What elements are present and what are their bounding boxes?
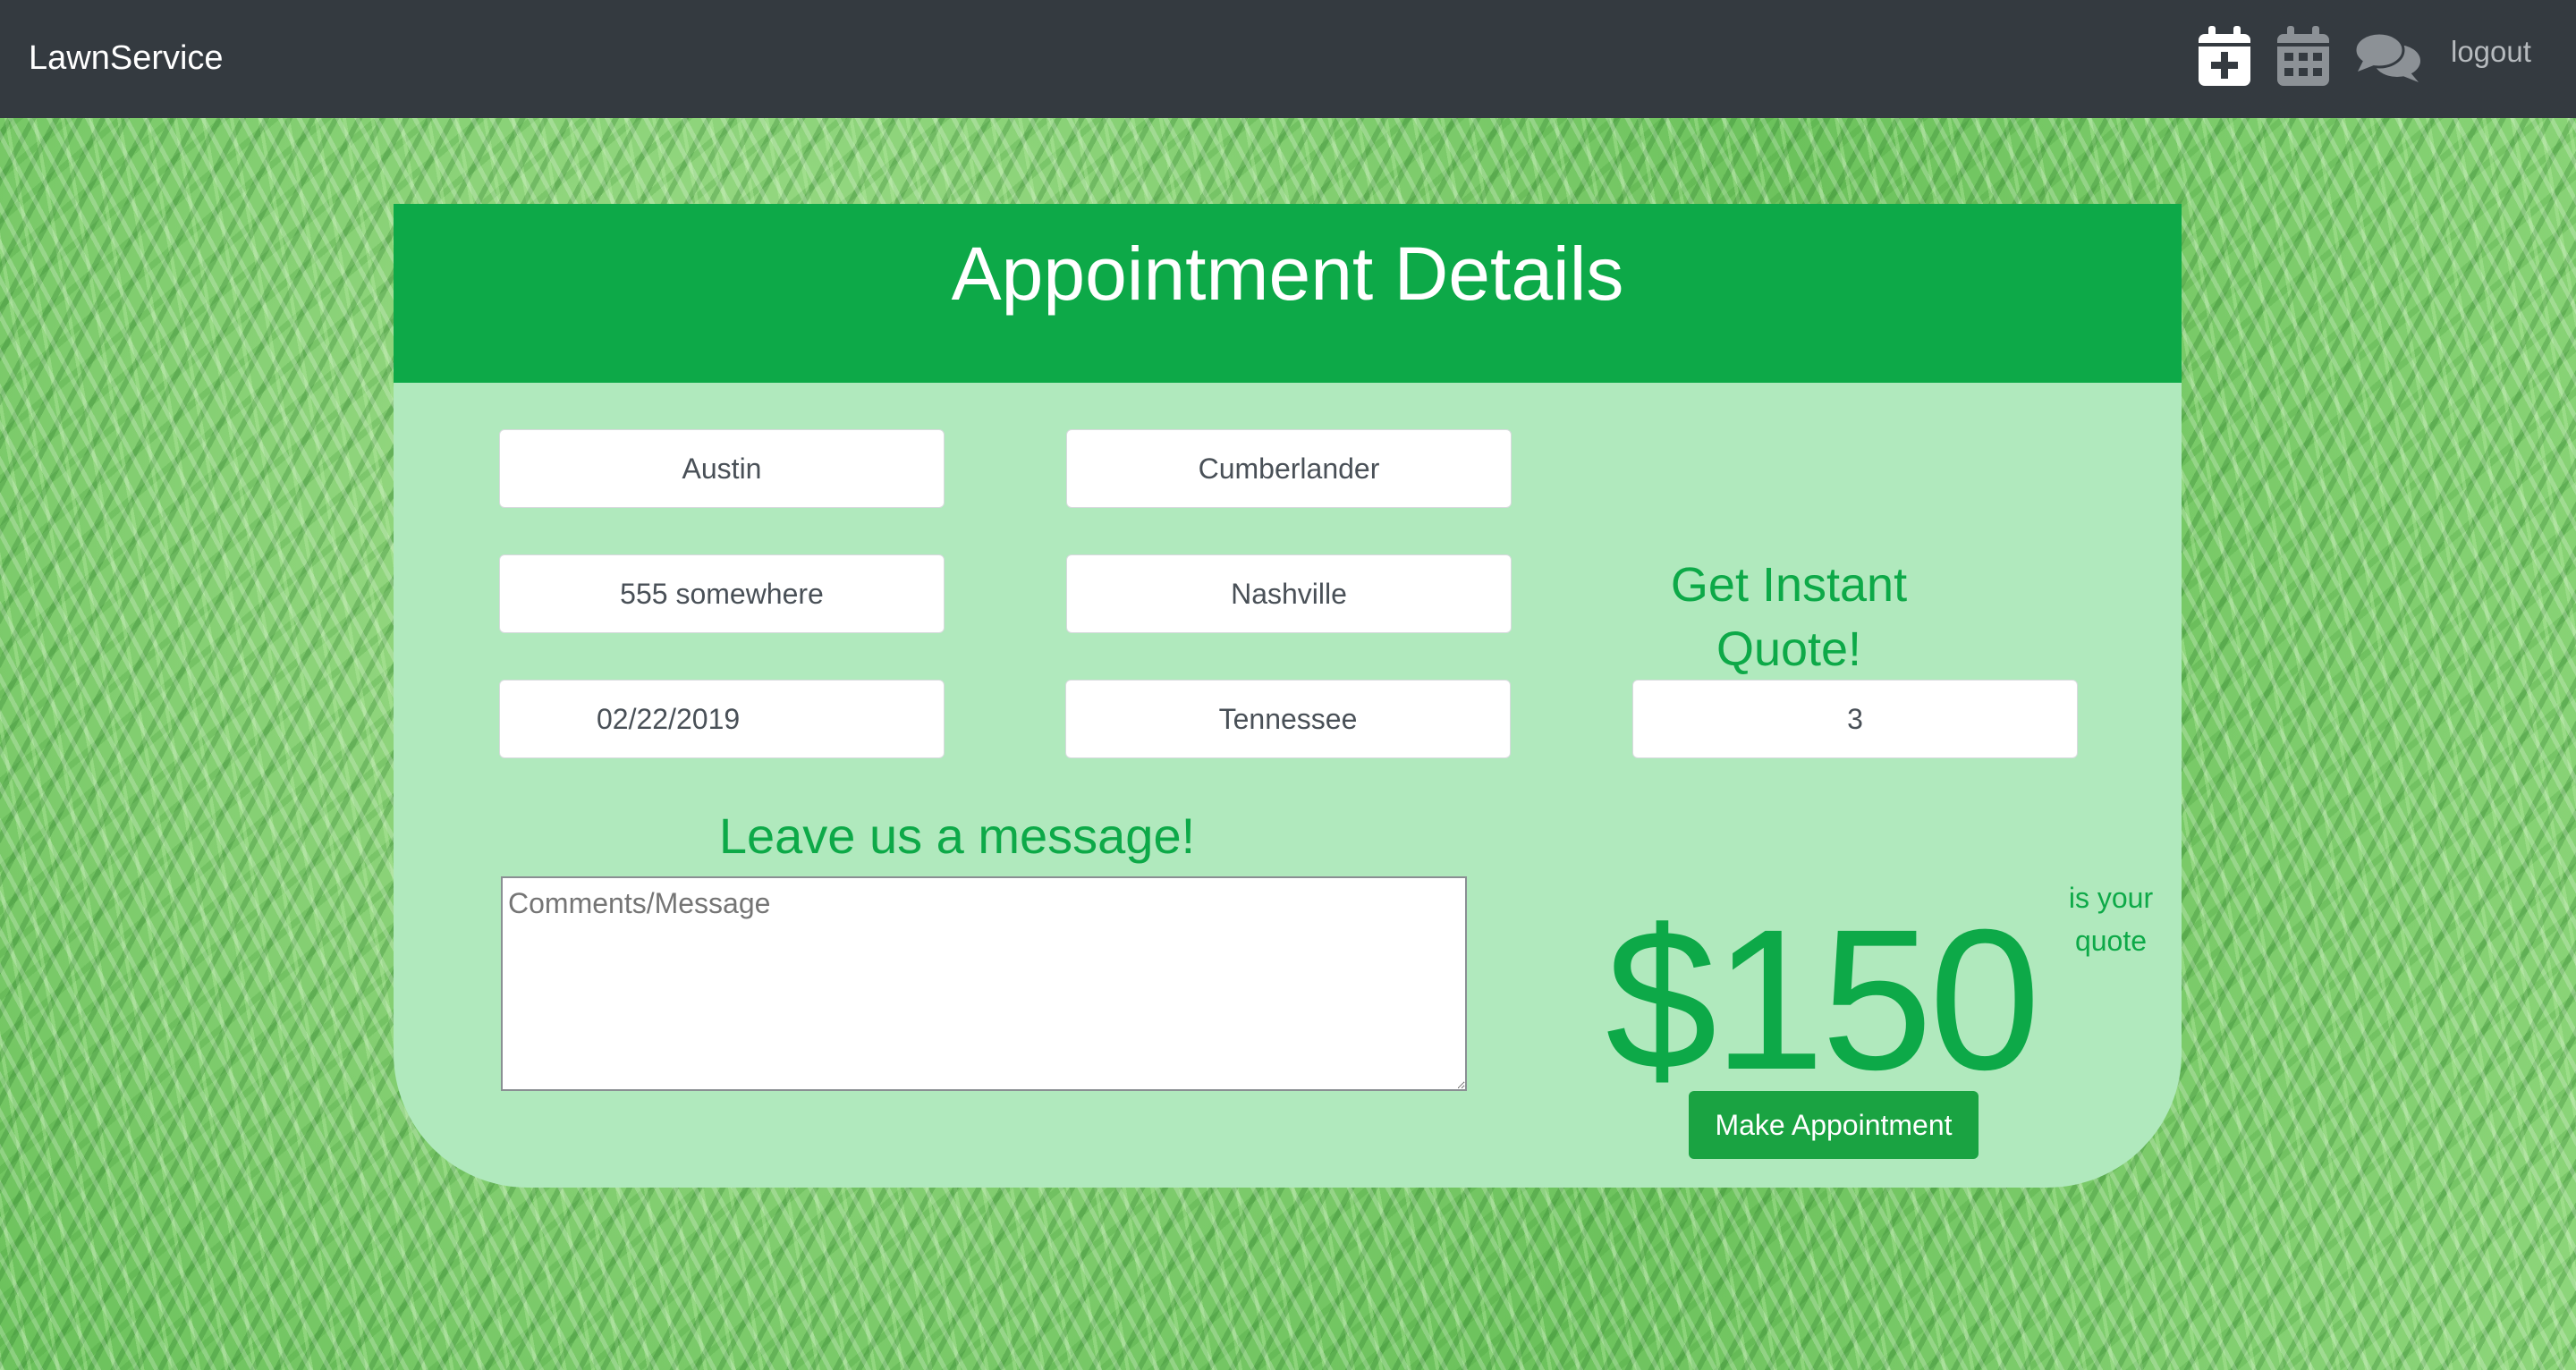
card-header: Appointment Details	[394, 204, 2182, 383]
make-appointment-button[interactable]: Make Appointment	[1689, 1091, 1979, 1159]
quantity-input[interactable]	[1632, 680, 2078, 758]
page-title: Appointment Details	[951, 232, 1624, 316]
calendar-plus-icon[interactable]	[2197, 25, 2252, 88]
calendar-icon[interactable]	[2275, 25, 2331, 88]
top-navbar: LawnService logout	[0, 0, 2576, 118]
quote-caption: is your quote	[2068, 882, 2154, 957]
message-heading: Leave us a message!	[718, 808, 1196, 864]
address-input[interactable]	[499, 554, 945, 633]
quote-price: $150	[1606, 888, 2040, 1112]
last-name-input[interactable]	[1066, 429, 1512, 508]
message-textarea[interactable]	[501, 876, 1467, 1091]
brand-logo[interactable]: LawnService	[29, 36, 224, 80]
city-input[interactable]	[1066, 554, 1512, 633]
appointment-card: Appointment Details Get Instant Quote! L…	[394, 204, 2182, 1188]
logout-link[interactable]: logout	[2451, 32, 2531, 72]
state-input[interactable]	[1065, 680, 1511, 758]
date-input[interactable]	[499, 680, 945, 758]
comments-icon[interactable]	[2354, 30, 2422, 86]
instant-quote-heading: Get Instant Quote!	[1670, 558, 1908, 676]
first-name-input[interactable]	[499, 429, 945, 508]
